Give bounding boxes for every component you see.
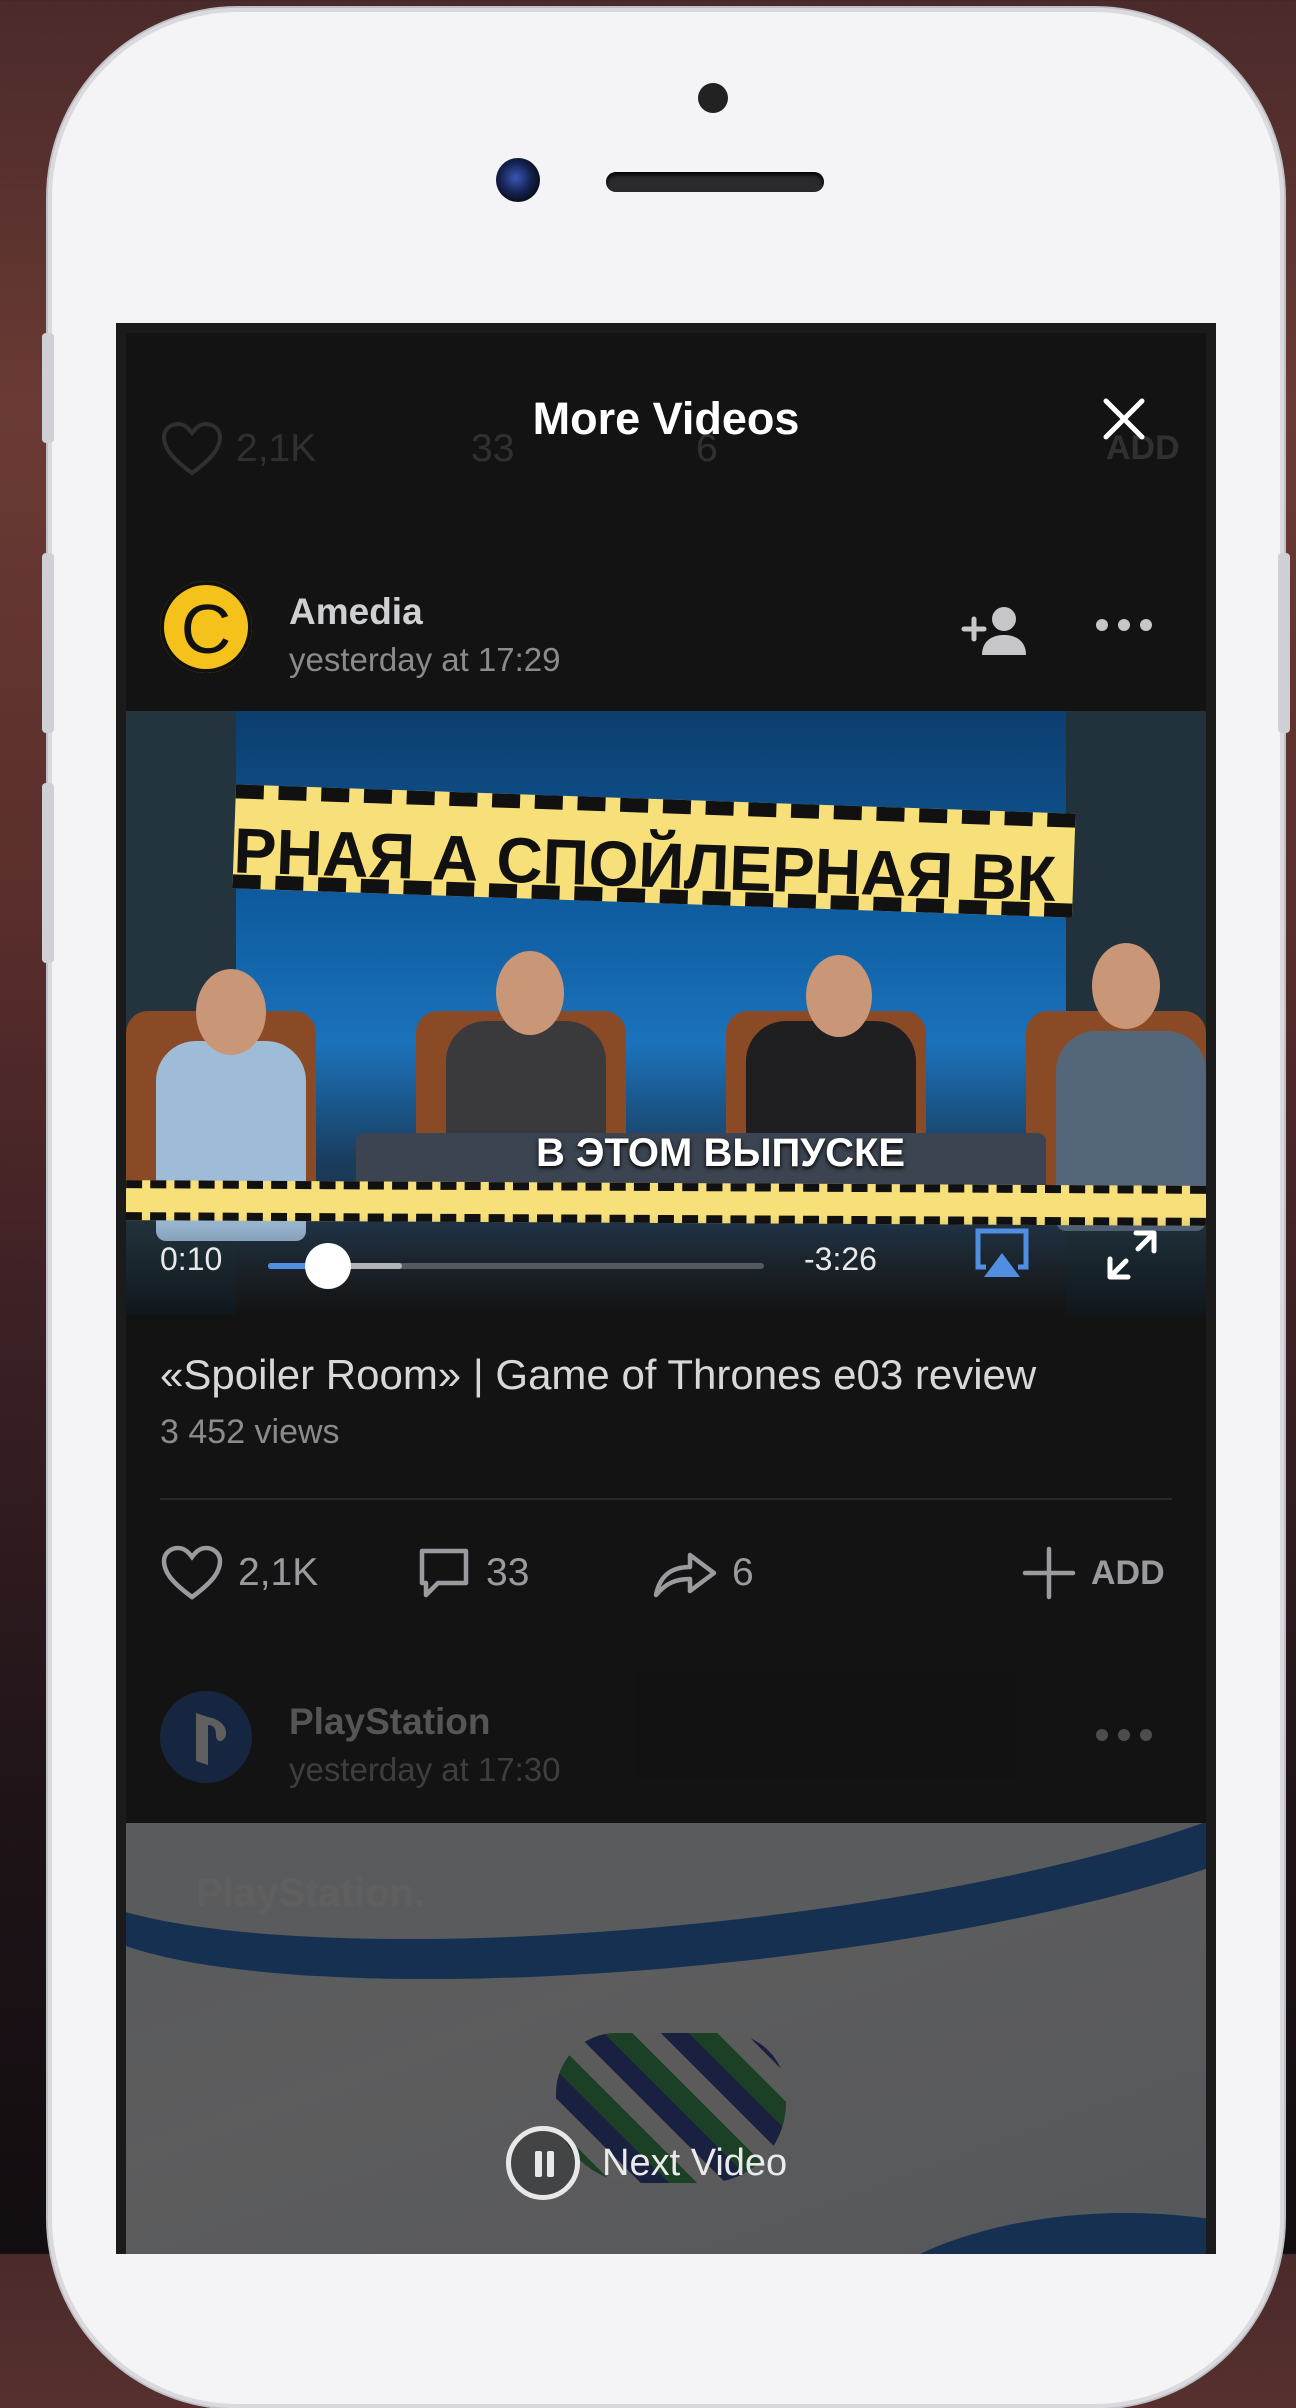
share-count: 6 [732,1551,754,1594]
banner-wave [826,2213,1206,2254]
seek-bar[interactable] [268,1243,764,1289]
close-icon [1103,398,1145,440]
earpiece-speaker [606,172,824,192]
avatar-letter: C [180,590,232,668]
more-dot-icon [1118,619,1130,631]
airplay-icon [975,1228,1029,1277]
comment-button[interactable]: 33 [416,1528,529,1618]
remaining-time: -3:26 [804,1241,877,1277]
plus-icon [1022,1546,1076,1600]
banner-logo: PlayStation. [196,1871,425,1915]
more-videos-panel: 2,1K 33 6 ADD More Videos C Amedia yeste… [126,333,1206,2254]
expand-icon [1107,1230,1157,1280]
playstation-logo-icon [196,1713,227,1765]
post-header: C Amedia yesterday at 17:29 [126,563,1206,693]
like-count: 2,1K [238,1551,319,1594]
heart-icon [161,1545,223,1600]
video-title[interactable]: «Spoiler Room» | Game of Thrones e03 rev… [160,1351,1036,1399]
more-dot-icon [1140,1729,1152,1741]
side-button [1278,553,1290,733]
side-button [42,783,54,963]
current-time: 0:10 [160,1241,223,1277]
close-button[interactable] [1100,395,1148,443]
share-button[interactable]: 6 [652,1528,754,1618]
post-actions: 2,1K 33 6 ADD [126,1528,1206,1618]
side-button [42,553,54,733]
more-options-button[interactable] [1094,613,1154,637]
add-label: ADD [1091,1553,1165,1592]
more-options-button [1094,1723,1154,1747]
comment-icon [419,1548,469,1598]
next-post-header: PlayStation yesterday at 17:30 [126,1673,1206,1823]
avatar[interactable]: C [160,581,252,673]
avatar [160,1691,252,1783]
caution-tape: РНАЯ А СПОЙЛЕРНАЯ ВК СПОЙЛ [232,784,1076,918]
comment-count: 33 [486,1551,530,1594]
video-caption: В ЭТОМ ВЫПУСКЕ [536,1131,906,1175]
page-title: More Videos [532,393,800,444]
side-button [42,333,54,443]
header: 2,1K 33 6 ADD More Videos [126,333,1206,503]
more-dot-icon [1140,619,1152,631]
next-author-name: PlayStation [289,1701,491,1742]
airplay-button[interactable] [972,1227,1032,1281]
view-count: 3 452 views [160,1413,340,1451]
person-head [496,951,564,1035]
share-icon [653,1552,717,1598]
sensor [496,158,540,202]
person-head [1092,943,1160,1029]
add-user-icon [961,607,1026,655]
follow-button[interactable] [960,603,1032,659]
next-post-time: yesterday at 17:30 [289,1751,561,1788]
more-dot-icon [1096,619,1108,631]
seek-knob[interactable] [304,1243,351,1289]
video-controls: 0:10 -3:26 [126,1215,1206,1315]
add-button[interactable]: ADD [1021,1528,1165,1618]
divider [160,1498,1172,1500]
more-dot-icon [1118,1729,1130,1741]
video-player[interactable]: РНАЯ А СПОЙЛЕРНАЯ ВК СПОЙЛ В ЭТОМ ВЫПУСК… [126,711,1206,1315]
author-name[interactable]: Amedia [289,591,423,633]
person-head [806,955,872,1037]
fullscreen-button[interactable] [1104,1227,1160,1283]
next-video-label: Next Video [602,2141,788,2184]
post-time: yesterday at 17:29 [289,641,561,678]
pause-icon [506,2126,580,2200]
next-video-button[interactable]: Next Video [506,2123,787,2203]
front-camera [698,83,728,113]
screen: 2,1K 33 6 ADD More Videos C Amedia yeste… [116,323,1216,2254]
person-head [196,969,266,1055]
like-button[interactable]: 2,1K [160,1528,318,1618]
more-dot-icon [1096,1729,1108,1741]
